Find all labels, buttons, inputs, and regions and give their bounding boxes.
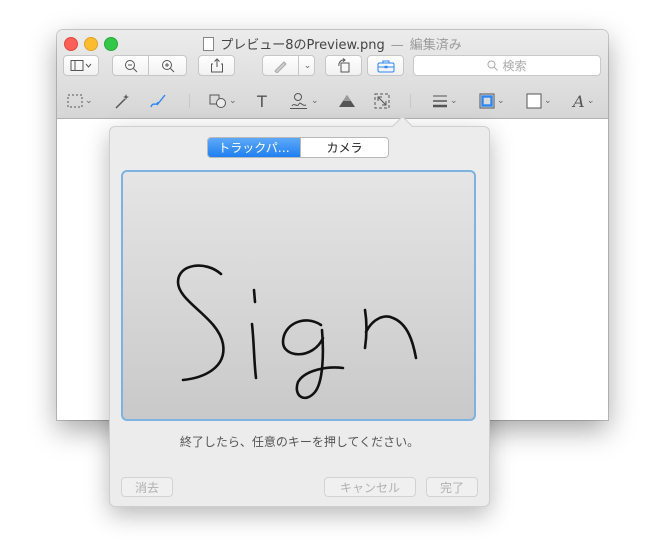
signature-stroke-n: [363, 308, 418, 360]
signature-stroke-g: [281, 319, 345, 400]
window-title: プレビュー8のPreview.png — 編集済み: [57, 34, 608, 53]
clear-button[interactable]: 消去: [121, 477, 173, 497]
adjust-color-icon: [339, 95, 355, 107]
toolbox-icon: [377, 60, 394, 72]
rotate-icon: [337, 58, 349, 73]
zoom-out-button[interactable]: [112, 55, 149, 76]
chevron-down-icon: ⌄: [303, 60, 312, 71]
tab-trackpad[interactable]: トラックパ…: [208, 138, 300, 157]
adjust-size-tool[interactable]: [374, 91, 390, 111]
tab-camera[interactable]: カメラ: [300, 138, 388, 157]
signature-drawing: [176, 264, 418, 400]
zoom-in-icon: [161, 59, 174, 72]
done-button[interactable]: 完了: [426, 477, 478, 497]
search-icon: [487, 60, 499, 71]
markup-toolbar-button[interactable]: [367, 55, 404, 76]
title-separator: —: [390, 38, 404, 53]
instant-alpha-tool[interactable]: [113, 91, 131, 111]
share-button[interactable]: [198, 55, 235, 76]
chevron-down-icon: ⌄: [229, 96, 237, 106]
zoom-out-icon: [124, 59, 137, 72]
chevron-down-icon: ⌄: [450, 96, 458, 106]
sidebar-icon: [70, 59, 92, 71]
sign-tool[interactable]: ⌄: [289, 91, 319, 111]
separator: [410, 94, 411, 108]
fill-color-tool[interactable]: ⌄: [526, 91, 552, 111]
line-style-icon: [433, 95, 447, 108]
sketch-tool[interactable]: [149, 91, 169, 111]
edited-status: 編集済み: [409, 38, 462, 53]
zoom-in-button[interactable]: [149, 55, 187, 76]
text-style-icon: A: [573, 91, 585, 111]
share-icon: [210, 58, 223, 73]
text-tool[interactable]: T: [257, 91, 267, 111]
capture-source-segmented-control: トラックパ… カメラ: [207, 137, 389, 158]
signature-stroke-i-dot: [252, 288, 257, 304]
markup-dropdown[interactable]: ⌄: [299, 55, 315, 76]
selection-tool[interactable]: ⌄: [67, 91, 93, 111]
separator: [189, 94, 190, 108]
adjust-color-tool[interactable]: [337, 91, 357, 111]
signature-stroke-s: [176, 264, 225, 382]
titlebar: プレビュー8のPreview.png — 編集済み ⌄ 検索 ⌄ ⌄ T ⌄ ⌄…: [57, 30, 608, 119]
rotate-button[interactable]: [325, 55, 362, 76]
signature-stroke-i: [250, 322, 258, 380]
signature-popover: トラックパ… カメラ 終了したら、任意のキーを押してください。 消去 キャンセル…: [109, 115, 490, 507]
chevron-down-icon: ⌄: [544, 96, 552, 106]
markup-toolbar: ⌄ ⌄ T ⌄ ⌄ ⌄ ⌄ A ⌄: [57, 86, 608, 116]
chevron-down-icon: ⌄: [85, 96, 93, 106]
fill-color-icon: [526, 93, 542, 109]
pen-icon: [273, 60, 287, 73]
shapes-tool[interactable]: ⌄: [209, 91, 237, 111]
search-field[interactable]: 検索: [413, 55, 601, 76]
text-icon: T: [257, 91, 267, 111]
resize-icon: [374, 93, 390, 109]
instruction-text: 終了したら、任意のキーを押してください。: [179, 435, 420, 449]
filename: プレビュー8のPreview.png: [220, 38, 385, 53]
signature-pad[interactable]: [121, 170, 476, 421]
chevron-down-icon: ⌄: [497, 96, 505, 106]
chevron-down-icon: ⌄: [311, 96, 319, 106]
magic-wand-icon: [115, 94, 129, 109]
shapes-icon: [209, 94, 226, 108]
text-style-tool[interactable]: A ⌄: [573, 91, 594, 111]
rectangular-selection-icon: [67, 94, 83, 108]
sidebar-view-button[interactable]: [63, 55, 99, 76]
line-style-tool[interactable]: ⌄: [432, 91, 458, 111]
signature-icon: [290, 93, 307, 109]
markup-pen-button[interactable]: [262, 55, 299, 76]
chevron-down-icon: ⌄: [586, 96, 595, 106]
border-color-tool[interactable]: ⌄: [479, 91, 505, 111]
search-placeholder: 検索: [502, 59, 527, 73]
document-icon: [203, 37, 215, 51]
cancel-button[interactable]: キャンセル: [324, 477, 416, 497]
sketch-icon: [150, 94, 166, 108]
border-color-icon: [479, 93, 495, 109]
